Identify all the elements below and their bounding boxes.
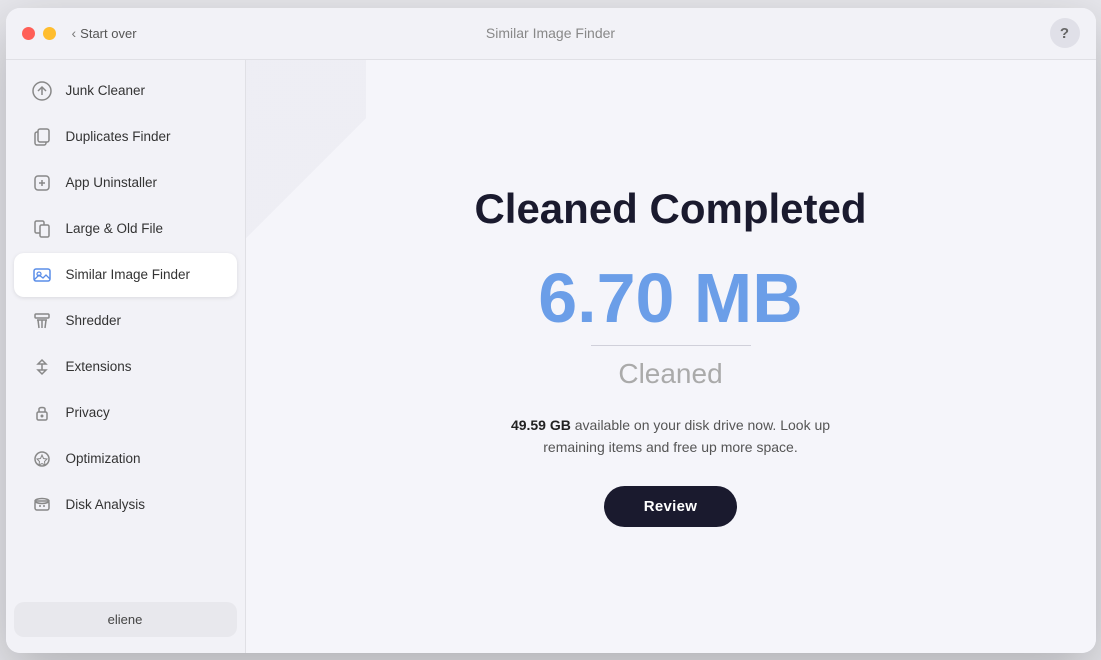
username-label: eliene — [108, 612, 143, 627]
traffic-lights — [22, 27, 56, 40]
disk-description: available on your disk drive now. Look u… — [543, 417, 830, 455]
page-title: Similar Image Finder — [486, 25, 615, 41]
review-button[interactable]: Review — [604, 486, 738, 527]
disk-analysis-icon — [30, 493, 54, 517]
similar-image-finder-icon — [30, 263, 54, 287]
optimization-label: Optimization — [66, 451, 141, 466]
duplicates-finder-icon — [30, 125, 54, 149]
sidebar-item-optimization[interactable]: Optimization — [14, 437, 237, 481]
junk-cleaner-icon — [30, 79, 54, 103]
disk-analysis-label: Disk Analysis — [66, 497, 146, 512]
sidebar-item-duplicates-finder[interactable]: Duplicates Finder — [14, 115, 237, 159]
extensions-label: Extensions — [66, 359, 132, 374]
divider — [591, 345, 751, 346]
minimize-button[interactable] — [43, 27, 56, 40]
sidebar-item-large-old-file[interactable]: Large & Old File — [14, 207, 237, 251]
app-window: ‹ Start over Similar Image Finder ? Junk… — [6, 8, 1096, 653]
cleaned-label: Cleaned — [618, 358, 722, 390]
main-content: Cleaned Completed 6.70 MB Cleaned 49.59 … — [246, 60, 1096, 653]
shredder-label: Shredder — [66, 313, 122, 328]
privacy-icon — [30, 401, 54, 425]
close-button[interactable] — [22, 27, 35, 40]
user-button[interactable]: eliene — [14, 602, 237, 637]
sidebar-item-app-uninstaller[interactable]: App Uninstaller — [14, 161, 237, 205]
sidebar-item-junk-cleaner[interactable]: Junk Cleaner — [14, 69, 237, 113]
chevron-left-icon: ‹ — [72, 25, 77, 41]
available-gb: 49.59 GB — [511, 417, 571, 433]
help-button[interactable]: ? — [1050, 18, 1080, 48]
shredder-icon — [30, 309, 54, 333]
cleaned-completed-title: Cleaned Completed — [474, 185, 866, 233]
title-bar: ‹ Start over Similar Image Finder ? — [6, 8, 1096, 60]
sidebar-item-extensions[interactable]: Extensions — [14, 345, 237, 389]
privacy-label: Privacy — [66, 405, 110, 420]
start-over-label: Start over — [80, 26, 136, 41]
sidebar-item-disk-analysis[interactable]: Disk Analysis — [14, 483, 237, 527]
large-old-file-icon — [30, 217, 54, 241]
sidebar-item-privacy[interactable]: Privacy — [14, 391, 237, 435]
content-area: Junk Cleaner Duplicates Finder — [6, 60, 1096, 653]
duplicates-finder-label: Duplicates Finder — [66, 129, 171, 144]
sidebar-item-similar-image-finder[interactable]: Similar Image Finder — [14, 253, 237, 297]
sidebar: Junk Cleaner Duplicates Finder — [6, 60, 246, 653]
extensions-icon — [30, 355, 54, 379]
large-old-file-label: Large & Old File — [66, 221, 164, 236]
start-over-button[interactable]: ‹ Start over — [72, 25, 137, 41]
cleaned-size: 6.70 MB — [538, 263, 803, 333]
similar-image-finder-label: Similar Image Finder — [66, 267, 191, 282]
decoration — [246, 60, 366, 653]
optimization-icon — [30, 447, 54, 471]
help-icon: ? — [1060, 25, 1069, 42]
app-uninstaller-icon — [30, 171, 54, 195]
app-uninstaller-label: App Uninstaller — [66, 175, 158, 190]
junk-cleaner-label: Junk Cleaner — [66, 83, 146, 98]
sidebar-item-shredder[interactable]: Shredder — [14, 299, 237, 343]
disk-info: 49.59 GB available on your disk drive no… — [501, 414, 841, 459]
